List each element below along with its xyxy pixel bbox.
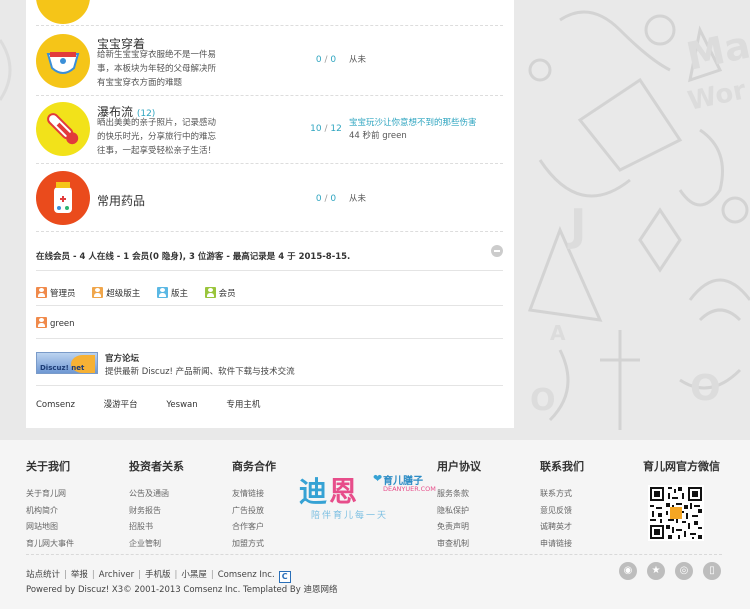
footer-link[interactable]: 招股书 (129, 519, 184, 536)
svg-text:J: J (567, 200, 586, 251)
footer-link[interactable]: 公告及通函 (129, 486, 184, 503)
comsenz-icon[interactable]: C (278, 571, 291, 583)
footer-link[interactable]: 关于育儿网 (26, 486, 74, 503)
powered-by: Powered by Discuz! X3© 2001-2013 Comsenz… (26, 585, 338, 595)
friend-link[interactable]: 漫游平台 (104, 398, 138, 410)
site-footer: 关于我们 关于育儿网 机构简介 网站地图 育儿网大事件 投资者关系 公告及通函 … (0, 440, 750, 609)
svg-text:A: A (550, 321, 566, 345)
footer-column-about: 关于我们 关于育儿网 机构简介 网站地图 育儿网大事件 (26, 458, 74, 552)
forum-description: 给新生宝宝穿衣服绝不是一件易 事，本板块为年轻的父母解决所 有宝宝穿衣方面的难题 (97, 50, 217, 88)
footer-column-wechat: 育儿网官方微信 (643, 460, 720, 473)
footer-link[interactable]: 机构简介 (26, 503, 74, 520)
forum-last-post: 宝宝玩沙让你意想不到的那些伤害 44 秒前 green (349, 117, 477, 141)
footer-link[interactable]: 申请链接 (540, 536, 584, 553)
forum-icon[interactable] (36, 0, 90, 24)
divider (36, 338, 503, 339)
last-post-link[interactable]: 宝宝玩沙让你意想不到的那些伤害 (349, 117, 477, 130)
collapse-icon[interactable] (491, 245, 503, 257)
footer-link[interactable]: 免责声明 (437, 519, 481, 536)
discuz-logo[interactable]: Discuz! net (36, 352, 98, 374)
member-user-icon (204, 287, 216, 298)
tencent-weibo-icon[interactable]: ◎ (675, 562, 693, 580)
footer-link[interactable]: 财务报告 (129, 503, 184, 520)
footer-link[interactable]: 合作客户 (232, 519, 276, 536)
medicine-bottle-icon[interactable] (36, 171, 90, 225)
legend-super-moderator: 超级版主 (92, 287, 140, 299)
forum-list-card: 宝宝穿着 给新生宝宝穿衣服绝不是一件易 事，本板块为年轻的父母解决所 有宝宝穿衣… (26, 0, 514, 428)
forum-description: 晒出美美的亲子照片，记录感动 的快乐时光，分享旅行中的难忘 往事，一起享受轻松亲… (97, 118, 217, 156)
footer-link[interactable]: 服务条款 (437, 486, 481, 503)
legend-moderator: 版主 (156, 287, 188, 299)
admin-user-icon (36, 287, 47, 298)
super-moderator-user-icon (92, 287, 104, 298)
admin-user-icon (36, 317, 47, 328)
thermometer-icon[interactable] (36, 102, 90, 156)
footer-link[interactable]: 站点统计 (26, 570, 60, 580)
footer-link[interactable]: 加盟方式 (232, 536, 276, 553)
moderator-user-icon (156, 287, 168, 298)
footer-column-contact: 联系我们 联系方式 意见反馈 诚聘英才 申请链接 (540, 458, 584, 552)
friend-link[interactable]: 专用主机 (226, 398, 260, 410)
heart-icon: ❤ (373, 472, 383, 485)
friend-link[interactable]: Comsenz (36, 400, 75, 410)
member-role-legend: 管理员 超级版主 版主 会员 (36, 287, 250, 299)
weibo-icon[interactable]: ◉ (619, 562, 637, 580)
divider (36, 270, 503, 271)
legend-admin: 管理员 (36, 287, 76, 299)
forum-stats: 0 / 0 (315, 55, 337, 65)
forum-last-post: 从未 (349, 55, 367, 65)
footer-link[interactable]: 友情链接 (232, 486, 276, 503)
online-member[interactable]: green (36, 317, 75, 329)
svg-text:O: O (690, 368, 721, 409)
online-members-summary: 在线会员 - 4 人在线 - 1 会员(0 隐身), 3 位游客 - 最高记录是… (36, 252, 351, 262)
footer-link[interactable]: 举报 (71, 570, 88, 580)
forum-row: 宝宝穿着 给新生宝宝穿衣服绝不是一件易 事，本板块为年轻的父母解决所 有宝宝穿衣… (36, 26, 503, 96)
friend-link[interactable]: Yeswan (166, 400, 197, 410)
footer-column-investors: 投资者关系 公告及通函 财务报告 招股书 企业管制 (129, 458, 184, 552)
forum-row: 常用药品 0 / 0 从未 (36, 164, 503, 232)
official-forum-desc: 提供最新 Discuz! 产品新闻、软件下载与技术交流 (105, 367, 295, 377)
footer-link[interactable]: 广告投放 (232, 503, 276, 520)
footer-link[interactable]: 意见反馈 (540, 503, 584, 520)
footer-link[interactable]: 审查机制 (437, 536, 481, 553)
star-icon[interactable]: ★ (647, 562, 665, 580)
svg-text:O: O (530, 383, 556, 418)
footer-link[interactable]: 联系方式 (540, 486, 584, 503)
legend-member: 会员 (204, 287, 236, 299)
forum-row-partial (36, 0, 503, 26)
footer-divider (26, 554, 722, 555)
footer-link[interactable]: 隐私保护 (437, 503, 481, 520)
forum-name[interactable]: 常用药品 (97, 192, 145, 209)
footer-link[interactable]: Archiver (99, 570, 134, 580)
svg-text:Wor: Wor (685, 75, 749, 117)
wechat-qr-code (648, 485, 704, 541)
footer-link[interactable]: 小黑屋 (181, 570, 207, 580)
footer-column-terms: 用户协议 服务条款 隐私保护 免责声明 审查机制 (437, 458, 481, 552)
footer-link[interactable]: 网站地图 (26, 519, 74, 536)
forum-stats: 10 / 12 (310, 124, 342, 134)
diaper-icon[interactable] (36, 34, 90, 88)
footer-link[interactable]: Comsenz Inc. (218, 570, 275, 580)
brand-logo[interactable]: 迪恩 ❤ 育儿膳子 DEANYUER.COM 陪伴育儿每一天 (297, 470, 437, 525)
footer-link[interactable]: 诚聘英才 (540, 519, 584, 536)
friend-links: Comsenz 漫游平台 Yeswan 专用主机 (36, 398, 286, 410)
official-forum-title[interactable]: 官方论坛 (105, 352, 139, 364)
divider (36, 385, 503, 386)
footer-bottom-links: 站点统计 | 举报 | Archiver | 手机版 | 小黑屋 | Comsenz Inc. C (26, 568, 291, 583)
footer-link[interactable]: 手机版 (145, 570, 171, 580)
svg-text:Ma: Ma (683, 23, 750, 79)
footer-link[interactable]: 企业管制 (129, 536, 184, 553)
footer-column-business: 商务合作 友情链接 广告投放 合作客户 加盟方式 (232, 458, 276, 552)
forum-last-post: 从未 (349, 194, 367, 204)
mobile-icon[interactable]: ▯ (703, 562, 721, 580)
forum-row: 瀑布流 (12) 晒出美美的亲子照片，记录感动 的快乐时光，分享旅行中的难忘 往… (36, 96, 503, 164)
footer-link[interactable]: 育儿网大事件 (26, 536, 74, 553)
divider (36, 305, 503, 306)
forum-stats: 0 / 0 (315, 194, 337, 204)
